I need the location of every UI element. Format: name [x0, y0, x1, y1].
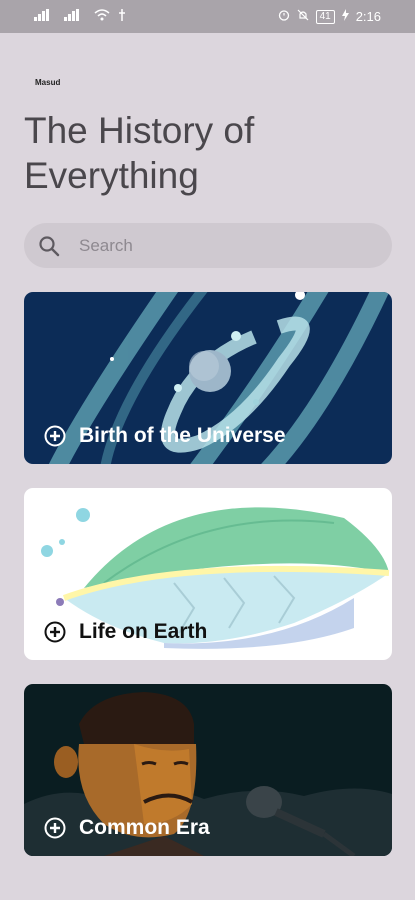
signal-icon: [64, 9, 86, 24]
card-common-era[interactable]: Common Era: [24, 684, 392, 856]
battery-icon: 41: [315, 9, 335, 24]
wifi-icon: [94, 9, 110, 24]
card-label: Birth of the Universe: [79, 424, 286, 447]
status-bar: 41 2:16: [0, 0, 415, 33]
card-life-on-earth[interactable]: Life on Earth: [24, 488, 392, 660]
search-bar[interactable]: Search: [24, 223, 392, 268]
add-circle-icon[interactable]: [44, 621, 66, 643]
card-label: Life on Earth: [79, 620, 208, 643]
add-circle-icon[interactable]: [44, 425, 66, 447]
signal-icon: [34, 9, 56, 24]
usb-icon: [118, 9, 126, 24]
page-title: The History of Everything: [24, 110, 255, 196]
clock: 2:16: [355, 9, 381, 24]
search-icon: [38, 235, 60, 262]
alarm-icon: [278, 9, 290, 24]
brand-label: Masud: [35, 78, 61, 87]
charging-icon: [341, 9, 349, 24]
add-circle-icon[interactable]: [44, 817, 66, 839]
mute-icon: [297, 9, 309, 24]
card-birth-of-the-universe[interactable]: Birth of the Universe: [24, 292, 392, 464]
card-label: Common Era: [79, 816, 210, 839]
search-input[interactable]: Search: [79, 236, 133, 256]
